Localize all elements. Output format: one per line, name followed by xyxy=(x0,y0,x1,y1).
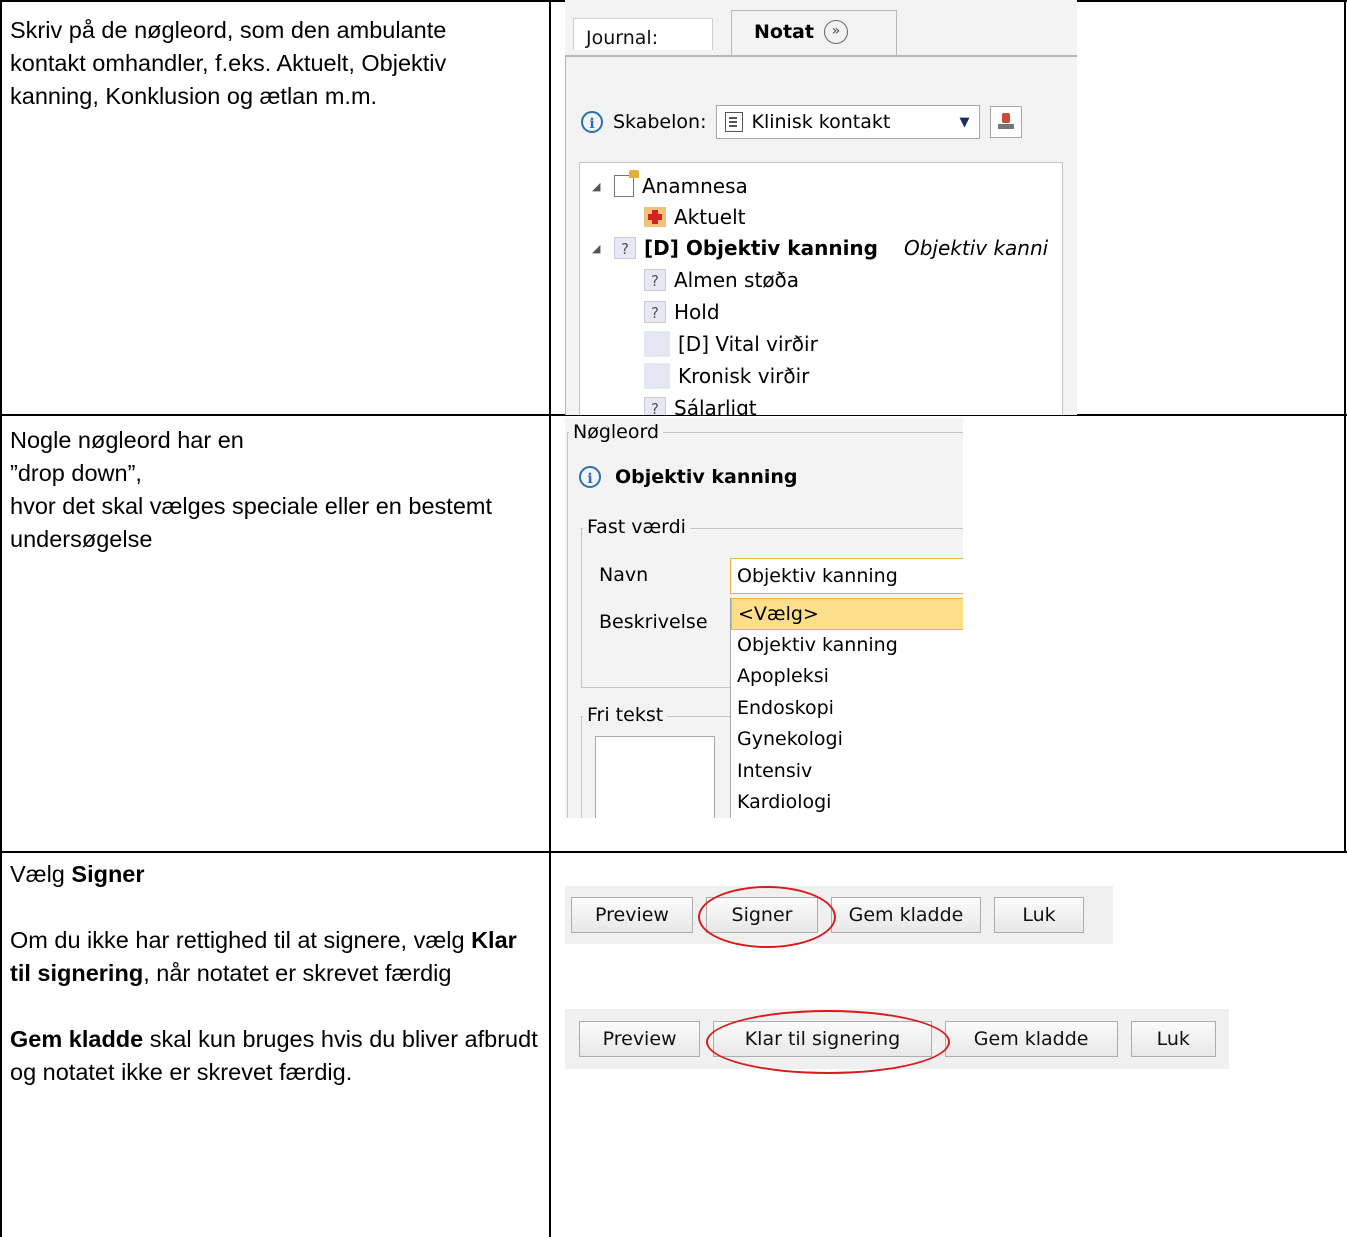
button-bar-signer: Preview Signer Gem kladde Luk xyxy=(565,886,1113,944)
question-icon: ? xyxy=(644,397,666,415)
klar-til-signering-button[interactable]: Klar til signering xyxy=(713,1021,932,1057)
row3-p2-suffix: , når notatet er skrevet færdig xyxy=(143,960,452,986)
preview-button[interactable]: Preview xyxy=(579,1021,701,1057)
row2-line-3: hvor det skal vælges speciale eller en b… xyxy=(10,493,492,552)
locked-document-icon xyxy=(614,170,639,197)
tree-node-vital-virdir[interactable]: [D] Vital virðir xyxy=(644,329,818,359)
tab-panel-left-border xyxy=(565,55,566,415)
tree-node-hint: Objektiv kanni xyxy=(903,236,1049,260)
stamp-icon xyxy=(998,113,1015,131)
free-text-label: Fri tekst xyxy=(583,704,668,726)
tab-panel-border xyxy=(565,55,1077,57)
info-icon[interactable]: i xyxy=(581,111,603,133)
row3-heading: Vælg Signer xyxy=(10,858,540,891)
double-chevron-icon[interactable]: » xyxy=(823,20,848,44)
dropdown-option[interactable]: <Vælg> xyxy=(731,598,963,630)
description-label: Beskrivelse xyxy=(599,611,708,633)
keyword-title: i Objektiv kanning xyxy=(579,466,798,488)
info-icon[interactable]: i xyxy=(579,466,601,488)
dropdown-option[interactable]: Endoskopi xyxy=(731,693,963,725)
blank-icon xyxy=(644,331,670,357)
luk-button[interactable]: Luk xyxy=(1130,1021,1216,1057)
dropdown-option[interactable]: Kardiologi xyxy=(731,787,963,818)
tree-node-label: [D] Objektiv kanning xyxy=(644,236,878,260)
gem-kladde-button[interactable]: Gem kladde xyxy=(944,1021,1118,1057)
row1-instruction: Skriv på de nøgleord, som den ambulante … xyxy=(10,14,510,113)
tab-journal[interactable]: Journal: xyxy=(573,18,713,50)
blank-icon xyxy=(644,363,670,389)
tree-node-objektiv-kanning[interactable]: ◢ ? [D] Objektiv kanning Objektiv kanni xyxy=(592,233,1048,263)
template-value: Klinisk kontakt xyxy=(751,111,891,133)
tree-node-kronisk-virdir[interactable]: Kronisk virðir xyxy=(644,361,809,391)
tree-node-label: [D] Vital virðir xyxy=(678,332,818,356)
keyword-group-label: Nøgleord xyxy=(569,421,664,443)
tree-node-label: Anamnesa xyxy=(642,174,748,198)
gem-kladde-button[interactable]: Gem kladde xyxy=(831,897,981,933)
tab-notat-label: Notat xyxy=(754,21,814,43)
button-bar-klar-til-signering: Preview Klar til signering Gem kladde Lu… xyxy=(565,1009,1229,1069)
template-select[interactable]: Klinisk kontakt ▼ xyxy=(716,105,981,139)
row1-paragraph: Skriv på de nøgleord, som den ambulante … xyxy=(10,17,447,109)
dropdown-option[interactable]: Objektiv kanning xyxy=(731,630,963,662)
tree-node-label: Aktuelt xyxy=(674,205,746,229)
dropdown-option[interactable]: Intensiv xyxy=(731,756,963,788)
fixed-value-label: Fast værdi xyxy=(583,516,690,538)
template-row: i Skabelon: Klinisk kontakt ▼ xyxy=(581,104,1023,140)
expand-toggle-icon[interactable]: ◢ xyxy=(592,180,606,193)
tree-node-salarligt[interactable]: ? Sálarligt xyxy=(644,393,757,415)
note-panel-screenshot: Journal: Notat » i Skabelon: Klinisk kont… xyxy=(565,0,1077,415)
table-border-left xyxy=(0,0,2,1237)
row3-heading-prefix: Vælg xyxy=(10,861,72,887)
question-icon: ? xyxy=(644,269,666,291)
row3-paragraph-3: Gem kladde skal kun bruges hvis du blive… xyxy=(10,1023,540,1089)
tab-journal-label: Journal: xyxy=(586,27,659,49)
tree-node-aktuelt[interactable]: Aktuelt xyxy=(644,202,745,232)
column-divider xyxy=(549,0,551,1237)
tab-notat[interactable]: Notat » xyxy=(731,10,897,56)
first-aid-icon xyxy=(644,207,666,227)
row3-p2-prefix: Om du ikke har rettighed til at signere,… xyxy=(10,927,472,953)
row-divider-2 xyxy=(0,851,1347,853)
dropdown-option[interactable]: Gynekologi xyxy=(731,724,963,756)
signer-button[interactable]: Signer xyxy=(706,897,818,933)
tree-node-label: Hold xyxy=(674,300,720,324)
template-icon xyxy=(725,112,744,132)
name-input[interactable]: Objektiv kanning xyxy=(730,558,963,594)
luk-button[interactable]: Luk xyxy=(994,897,1084,933)
question-icon: ? xyxy=(644,301,666,323)
tree-node-hold[interactable]: ? Hold xyxy=(644,297,720,327)
free-text-area[interactable] xyxy=(595,736,715,818)
row3-heading-bold: Signer xyxy=(71,861,145,887)
tree-node-almen-stoda[interactable]: ? Almen støða xyxy=(644,265,799,295)
expand-toggle-icon[interactable]: ◢ xyxy=(592,242,606,255)
table-border-right xyxy=(1344,0,1346,853)
keyword-title-text: Objektiv kanning xyxy=(615,466,798,488)
keyword-panel-screenshot: Nøgleord i Objektiv kanning Fast værdi N… xyxy=(565,418,963,818)
row2-line-2: ”drop down”, xyxy=(10,460,142,486)
keyword-tree: ◢ Anamnesa Aktuelt ◢ ? [D] Objektiv kann… xyxy=(579,162,1063,415)
question-icon: ? xyxy=(614,237,636,259)
row2-instruction: Nogle nøgleord har en ”drop down”, hvor … xyxy=(10,424,530,556)
row2-line-1: Nogle nøgleord har en xyxy=(10,427,244,453)
preview-button[interactable]: Preview xyxy=(571,897,693,933)
row3-instruction: Vælg Signer Om du ikke har rettighed til… xyxy=(10,858,540,1089)
tree-node-label: Almen støða xyxy=(674,268,800,292)
row3-p3-bold: Gem kladde xyxy=(10,1026,144,1052)
template-label: Skabelon: xyxy=(613,111,707,133)
name-label: Navn xyxy=(599,564,649,586)
stamp-button[interactable] xyxy=(990,106,1023,138)
dropdown-arrow-icon: ▼ xyxy=(959,114,970,130)
dropdown-option[interactable]: Apopleksi xyxy=(731,661,963,693)
tree-node-anamnesa[interactable]: ◢ Anamnesa xyxy=(592,170,748,201)
tree-node-label: Kronisk virðir xyxy=(678,364,810,388)
row3-paragraph-2: Om du ikke har rettighed til at signere,… xyxy=(10,924,540,990)
tree-node-label: Sálarligt xyxy=(674,396,757,415)
speciality-dropdown-list[interactable]: <Vælg> Objektiv kanning Apopleksi Endosk… xyxy=(730,598,963,818)
